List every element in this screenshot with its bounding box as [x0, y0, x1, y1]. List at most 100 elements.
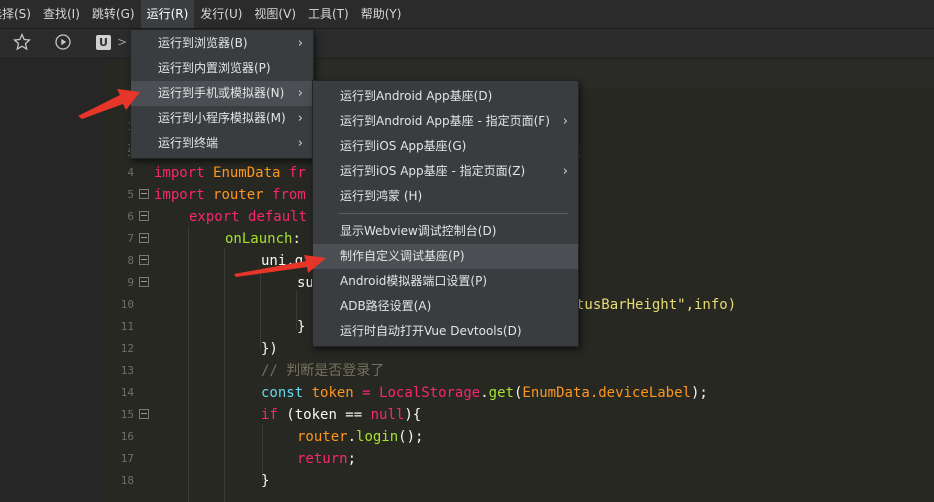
menu-item-run-browser[interactable]: 运行到浏览器(B) › — [131, 31, 313, 56]
menu-item-harmony[interactable]: 运行到鸿蒙 (H) — [313, 184, 578, 209]
line-number: 12 — [120, 342, 134, 355]
menu-item-label: 运行到Android App基座(D) — [340, 89, 493, 103]
menu-item-label: ADB路径设置(A) — [340, 299, 432, 313]
keyword: return — [297, 451, 348, 467]
menu-item-label: 运行到内置浏览器(P) — [158, 61, 271, 75]
menu-separator — [339, 213, 568, 214]
code-line-15: 15 if (token == null){ — [106, 404, 934, 426]
code-line-16: 16 router.login(); — [106, 426, 934, 448]
string-literal: tusBarHeight",info) — [576, 297, 737, 313]
menu-item-emulator-port[interactable]: Android模拟器端口设置(P) — [313, 269, 578, 294]
punctuation: ){ — [404, 407, 422, 423]
code-line-13: 13 // 判断是否登录了 — [106, 360, 934, 382]
identifier: router — [297, 429, 348, 445]
breadcrumb-separator: > — [117, 35, 128, 49]
annotation-arrow-icon — [78, 89, 140, 119]
keyword: default — [248, 209, 308, 225]
menu-item-adb-path[interactable]: ADB路径设置(A) — [313, 294, 578, 319]
fold-toggle-icon[interactable] — [139, 255, 149, 265]
project-explorer — [0, 59, 106, 502]
menu-item-run-miniprogram[interactable]: 运行到小程序模拟器(M) › — [131, 106, 313, 131]
keyword: export — [189, 209, 240, 225]
menu-item-label: 运行时自动打开Vue Devtools(D) — [340, 324, 522, 338]
line-number: 4 — [127, 166, 134, 179]
annotation-arrow-icon — [234, 255, 326, 277]
operator: = — [362, 385, 371, 401]
punctuation: (); — [398, 429, 424, 445]
fold-toggle-icon[interactable] — [139, 189, 149, 199]
menu-item-run-terminal[interactable]: 运行到终端 › — [131, 131, 313, 156]
menu-bar: 选择(S) 查找(I) 跳转(G) 运行(R) 发行(U) 视图(V) 工具(T… — [0, 0, 934, 29]
menu-item-label: 运行到手机或模拟器(N) — [158, 86, 285, 100]
line-number: 10 — [120, 298, 134, 311]
run-menu-dropdown: 运行到浏览器(B) › 运行到内置浏览器(P) 运行到手机或模拟器(N) › 运… — [130, 29, 314, 159]
menu-item-run-builtin-browser[interactable]: 运行到内置浏览器(P) — [131, 56, 313, 81]
chevron-right-icon: › — [297, 136, 303, 151]
menu-item-label: 显示Webview调试控制台(D) — [340, 224, 497, 238]
line-number: 5 — [127, 188, 134, 201]
menu-publish[interactable]: 发行(U) — [194, 0, 248, 28]
menu-item-label: 运行到鸿蒙 (H) — [340, 189, 423, 203]
menu-item-ios-base-page[interactable]: 运行到iOS App基座 - 指定页面(Z) › — [313, 159, 578, 184]
keyword: fr — [288, 165, 306, 181]
code-text: } — [297, 319, 306, 335]
punctuation: ); — [690, 385, 708, 401]
code-text: }) — [261, 341, 278, 357]
menu-item-label: 运行到Android App基座 - 指定页面(F) — [340, 114, 550, 128]
line-number: 11 — [120, 320, 134, 333]
function-name: get — [488, 385, 514, 401]
menu-select[interactable]: 选择(S) — [0, 0, 37, 28]
chevron-right-icon: › — [297, 36, 303, 51]
identifier: EnumData.deviceLabel — [522, 385, 691, 401]
play-circle-icon[interactable] — [53, 33, 73, 53]
identifier: router — [213, 187, 264, 203]
line-number: 8 — [127, 254, 134, 267]
menu-item-ios-base[interactable]: 运行到iOS App基座(G) — [313, 134, 578, 159]
menu-item-run-device[interactable]: 运行到手机或模拟器(N) › — [131, 81, 313, 106]
function-name: login — [356, 429, 399, 445]
fold-toggle-icon[interactable] — [139, 211, 149, 221]
line-number: 16 — [120, 430, 134, 443]
menu-help[interactable]: 帮助(Y) — [355, 0, 408, 28]
fold-toggle-icon[interactable] — [139, 277, 149, 287]
menu-item-android-base-page[interactable]: 运行到Android App基座 - 指定页面(F) › — [313, 109, 578, 134]
fold-toggle-icon[interactable] — [139, 409, 149, 419]
menu-item-label: 运行到终端 — [158, 136, 219, 150]
keyword: null — [370, 407, 405, 423]
menu-view[interactable]: 视图(V) — [248, 0, 302, 28]
menu-item-vue-devtools[interactable]: 运行时自动打开Vue Devtools(D) — [313, 319, 578, 344]
uniapp-logo-icon[interactable]: U — [96, 35, 111, 50]
code-line-17: 17 return; — [106, 448, 934, 470]
keyword: import — [154, 187, 205, 203]
line-number: 14 — [120, 386, 134, 399]
menu-item-custom-base[interactable]: 制作自定义调试基座(P) — [313, 244, 578, 269]
chevron-right-icon: › — [562, 114, 568, 129]
identifier: token — [311, 385, 354, 401]
code-text: } — [261, 473, 270, 489]
function-name: onLaunch — [225, 231, 293, 247]
fold-toggle-icon[interactable] — [139, 233, 149, 243]
menu-item-label: 运行到小程序模拟器(M) — [158, 111, 286, 125]
punctuation: ; — [347, 451, 357, 467]
star-icon[interactable] — [12, 32, 32, 53]
keyword: from — [272, 187, 306, 203]
line-number: 18 — [120, 474, 134, 487]
line-number: 9 — [127, 276, 134, 289]
menu-item-android-base[interactable]: 运行到Android App基座(D) — [313, 84, 578, 109]
menu-item-label: 运行到浏览器(B) — [158, 36, 248, 50]
device-submenu: 运行到Android App基座(D) 运行到Android App基座 - 指… — [312, 80, 579, 347]
menu-item-webview-console[interactable]: 显示Webview调试控制台(D) — [313, 219, 578, 244]
menu-item-label: 制作自定义调试基座(P) — [340, 249, 465, 263]
comment: // 判断是否登录了 — [261, 363, 385, 379]
code-text: (token == — [286, 407, 363, 423]
menu-run[interactable]: 运行(R) — [140, 0, 195, 28]
chevron-right-icon: › — [297, 86, 303, 101]
menu-find[interactable]: 查找(I) — [37, 0, 86, 28]
punctuation: : — [292, 231, 301, 247]
line-number: 13 — [120, 364, 134, 377]
menu-goto[interactable]: 跳转(G) — [86, 0, 141, 28]
menu-tools[interactable]: 工具(T) — [302, 0, 355, 28]
keyword: const — [261, 385, 304, 401]
keyword: if — [261, 407, 278, 423]
chevron-right-icon: › — [562, 164, 568, 179]
